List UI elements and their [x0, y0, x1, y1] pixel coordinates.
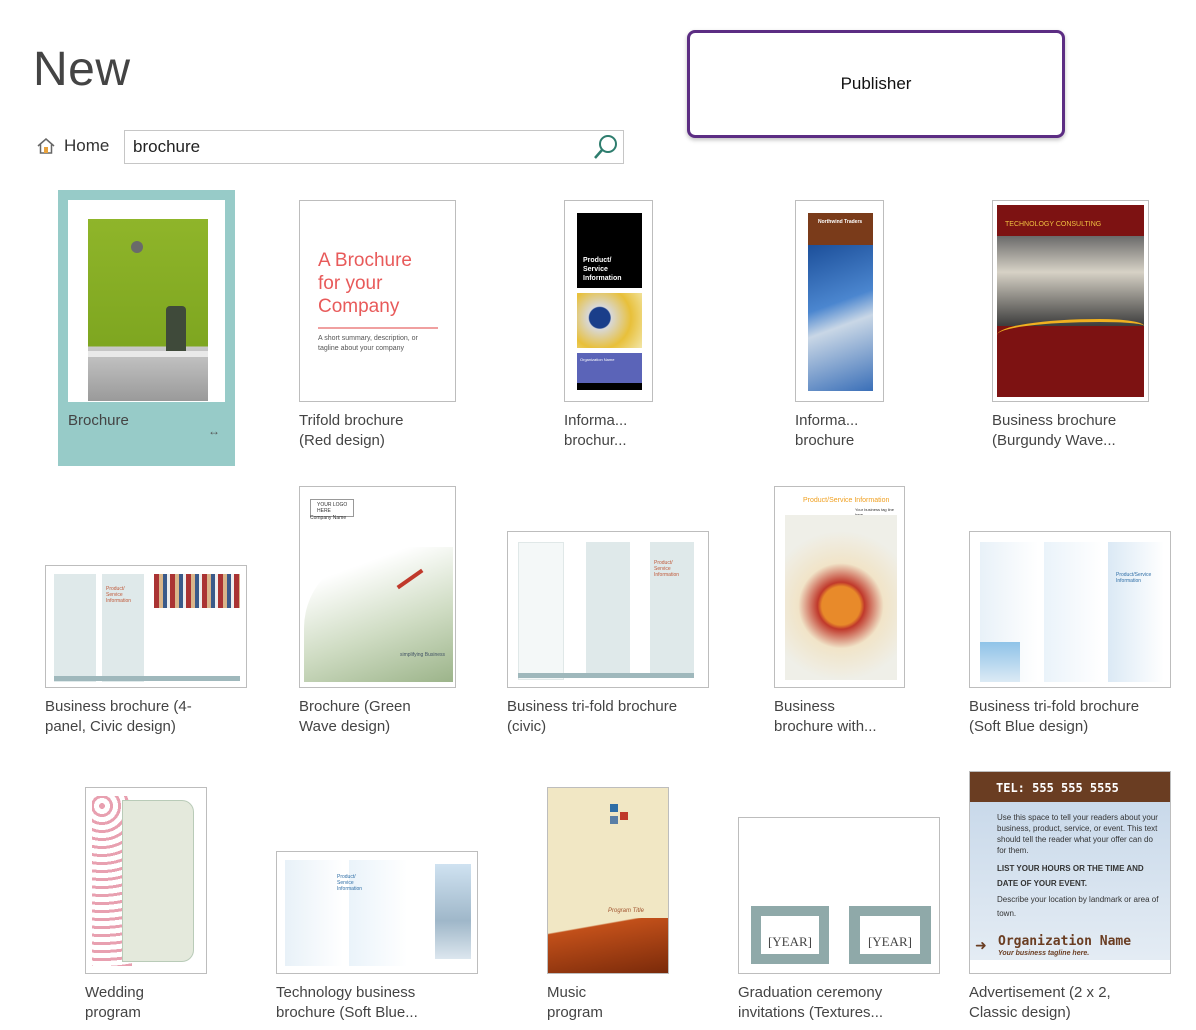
template-label[interactable]: Business tri-fold brochure (Soft Blue de… [969, 697, 1139, 737]
thumb-title: TECHNOLOGY CONSULTING [1005, 221, 1102, 228]
thumb-title: Program Title [608, 908, 644, 914]
thumb-header: TEL: 555 555 5555 [970, 772, 1170, 802]
thumb-photo [997, 236, 1144, 326]
template-thumbnail[interactable]: TECHNOLOGY CONSULTING [992, 200, 1149, 402]
template-thumbnail[interactable]: YOUR LOGO HERE Company Name simplifying … [299, 486, 456, 688]
thumb-panel [122, 800, 194, 962]
thumb-photo [785, 515, 897, 680]
thumb-photo [808, 245, 873, 391]
search-box[interactable]: brochure [124, 130, 624, 164]
page-title: New [33, 43, 131, 96]
arrow-icon: ➜ [975, 937, 987, 953]
thumb-title: Product/Service Information [803, 497, 890, 504]
thumb-panel [1108, 542, 1164, 682]
thumb-chair [166, 306, 186, 356]
template-thumbnail[interactable]: Product/Service Information [969, 531, 1171, 688]
thumb-tag: Your business tagline here. [998, 950, 1090, 957]
template-label[interactable]: Business brochure (4- panel, Civic desig… [45, 697, 192, 737]
home-link[interactable]: Home [36, 136, 109, 156]
thumb-header [808, 213, 873, 245]
thumb-panel [54, 574, 96, 682]
template-label[interactable]: Wedding program [85, 983, 144, 1023]
home-icon [37, 138, 55, 154]
template-label[interactable]: Technology business brochure (Soft Blue.… [276, 983, 418, 1023]
app-label-box: Publisher [687, 30, 1065, 138]
thumb-sub: Organization Name [580, 357, 615, 362]
thumb-photo [435, 864, 471, 959]
template-thumbnail[interactable]: Northwind Traders [795, 200, 884, 402]
thumb-title: Product/ Service Information [654, 560, 680, 578]
thumb-photo [154, 574, 240, 608]
thumb-desk [88, 351, 208, 357]
template-label[interactable]: Informa... brochur... [564, 411, 627, 451]
thumb-title: A Brochure for your Company [318, 250, 412, 317]
template-thumbnail[interactable] [85, 787, 207, 974]
thumb-title: Northwind Traders [818, 219, 863, 225]
search-icon[interactable] [592, 133, 620, 161]
pin-icon[interactable]: ↔ [208, 424, 220, 438]
thumb-panel [586, 542, 630, 678]
template-label[interactable]: Business tri-fold brochure (civic) [507, 697, 677, 737]
thumb-photo [88, 219, 208, 401]
thumb-footer [577, 383, 642, 390]
template-label[interactable]: Advertisement (2 x 2, Classic design) [969, 983, 1111, 1023]
thumb-title: Product/ Service Information [106, 586, 132, 604]
template-thumbnail[interactable]: A Brochure for your Company A short summ… [299, 200, 456, 402]
thumb-company: Company Name [310, 515, 347, 521]
thumb-panel [518, 542, 564, 680]
template-label[interactable]: Brochure (Green Wave design) [299, 697, 411, 737]
thumb-small: Describe your location by landmark or ar… [997, 895, 1159, 918]
template-label[interactable]: Graduation ceremony invitations (Texture… [738, 983, 883, 1023]
thumb-band [54, 676, 240, 681]
template-label[interactable]: Business brochure with... [774, 697, 877, 737]
thumb-sub: Use this space to tell your readers abou… [997, 813, 1158, 855]
app-label: Publisher [840, 74, 912, 93]
thumb-panel [1044, 542, 1102, 682]
thumb-photo [548, 918, 668, 973]
template-label[interactable]: Music program [547, 983, 603, 1023]
thumb-org: Organization Name [998, 934, 1132, 949]
home-label: Home [64, 136, 110, 155]
template-thumbnail[interactable]: Product/ Service Information [507, 531, 709, 688]
thumb-card-inner: [YEAR] [860, 916, 920, 954]
template-label[interactable]: Business brochure (Burgundy Wave... [992, 411, 1116, 451]
thumb-photo [577, 293, 642, 348]
thumb-mid: LIST YOUR HOURS OR THE TIME AND DATE OF … [997, 864, 1144, 888]
thumb-band [518, 673, 694, 678]
template-thumbnail[interactable]: [YEAR] [YEAR] [738, 817, 940, 974]
thumb-panel [285, 860, 343, 966]
template-thumbnail[interactable]: Product/ Service Information Organizatio… [564, 200, 653, 402]
thumb-photo [980, 642, 1020, 682]
thumb-wave [304, 547, 453, 682]
thumb-title: Product/ Service Information [583, 257, 622, 282]
template-label[interactable]: Trifold brochure (Red design) [299, 411, 404, 451]
template-thumbnail[interactable]: TEL: 555 555 5555 Use this space to tell… [969, 771, 1171, 974]
thumb-rule [318, 327, 438, 329]
thumb-sub: A short summary, description, or tagline… [318, 335, 418, 352]
template-thumbnail[interactable] [68, 200, 225, 402]
search-input[interactable]: brochure [133, 137, 200, 157]
template-thumbnail[interactable]: Product/ Service Information [276, 851, 478, 974]
thumb-squares [610, 804, 618, 812]
template-label[interactable]: Brochure [68, 411, 129, 431]
template-thumbnail[interactable]: Product/ Service Information [45, 565, 247, 688]
thumb-card-inner: [YEAR] [761, 916, 819, 954]
template-thumbnail[interactable]: Product/Service Information Your busines… [774, 486, 905, 688]
thumb-title: Product/ Service Information [337, 874, 363, 892]
thumb-clock [131, 241, 143, 253]
thumb-foot: simplifying Business [400, 652, 446, 658]
thumb-title: Product/Service Information [1116, 572, 1152, 584]
template-thumbnail[interactable]: Program Title [547, 787, 669, 974]
template-label[interactable]: Informa... brochure [795, 411, 858, 451]
